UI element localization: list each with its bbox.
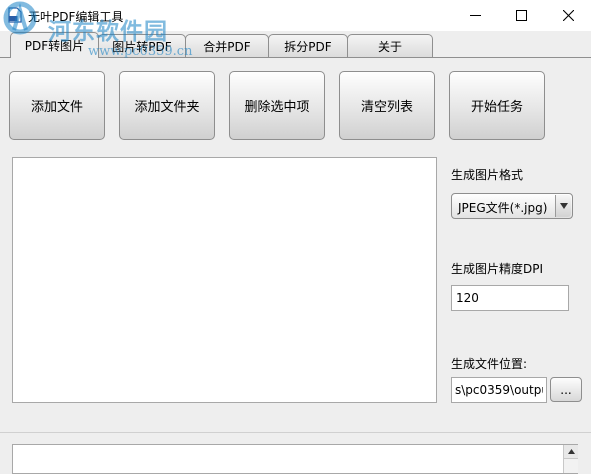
clear-list-button[interactable]: 清空列表 [339,71,435,140]
add-file-button[interactable]: 添加文件 [9,71,105,140]
browse-label: ... [560,382,572,397]
dropdown-button[interactable] [555,195,571,217]
maximize-button[interactable] [498,0,544,31]
triangle-up-icon [567,449,575,454]
log-area[interactable] [12,444,578,474]
output-location-label: 生成文件位置: [451,357,528,371]
tab-strip: PDF转图片 图片转PDF 合并PDF 拆分PDF 关于 [0,31,591,58]
output-location-input[interactable] [451,377,547,403]
tab-label: 关于 [377,39,402,54]
tab-split-pdf[interactable]: 拆分PDF [268,34,348,57]
triangle-down-icon [559,203,568,209]
format-label: 生成图片格式 [451,168,524,182]
scroll-up-button[interactable] [564,445,578,459]
tab-label: 图片转PDF [112,39,172,54]
tab-pdf-to-image[interactable]: PDF转图片 [10,32,99,58]
log-scrollbar[interactable] [563,445,578,473]
format-select[interactable]: JPEG文件(*.jpg) [451,193,573,219]
close-icon [562,10,574,21]
add-folder-button[interactable]: 添加文件夹 [119,71,215,140]
tab-merge-pdf[interactable]: 合并PDF [185,34,269,57]
file-list[interactable] [12,157,437,403]
tab-about[interactable]: 关于 [347,34,433,57]
start-task-label: 开始任务 [470,100,523,115]
dpi-input[interactable] [451,285,569,311]
tab-label: 拆分PDF [284,39,332,54]
window-title: 无叶PDF编辑工具 [28,10,124,24]
tab-image-to-pdf[interactable]: 图片转PDF [98,34,186,57]
maximize-icon [515,10,527,21]
start-task-button[interactable]: 开始任务 [449,71,545,140]
title-bar: 无叶PDF编辑工具 [0,0,591,31]
dpi-label: 生成图片精度DPI [451,262,544,276]
add-file-label: 添加文件 [30,100,83,115]
add-folder-label: 添加文件夹 [134,100,200,115]
delete-selected-button[interactable]: 删除选中项 [229,71,325,140]
browse-button[interactable]: ... [550,377,582,402]
document-icon [8,7,22,23]
tab-label: 合并PDF [203,39,251,54]
format-value: JPEG文件(*.jpg) [458,201,548,215]
tab-label: PDF转图片 [24,39,85,53]
minimize-button[interactable] [452,0,498,31]
minimize-icon [469,15,481,16]
separator [0,432,591,433]
close-button[interactable] [545,0,591,31]
delete-selected-label: 删除选中项 [244,100,310,115]
clear-list-label: 清空列表 [360,100,413,115]
